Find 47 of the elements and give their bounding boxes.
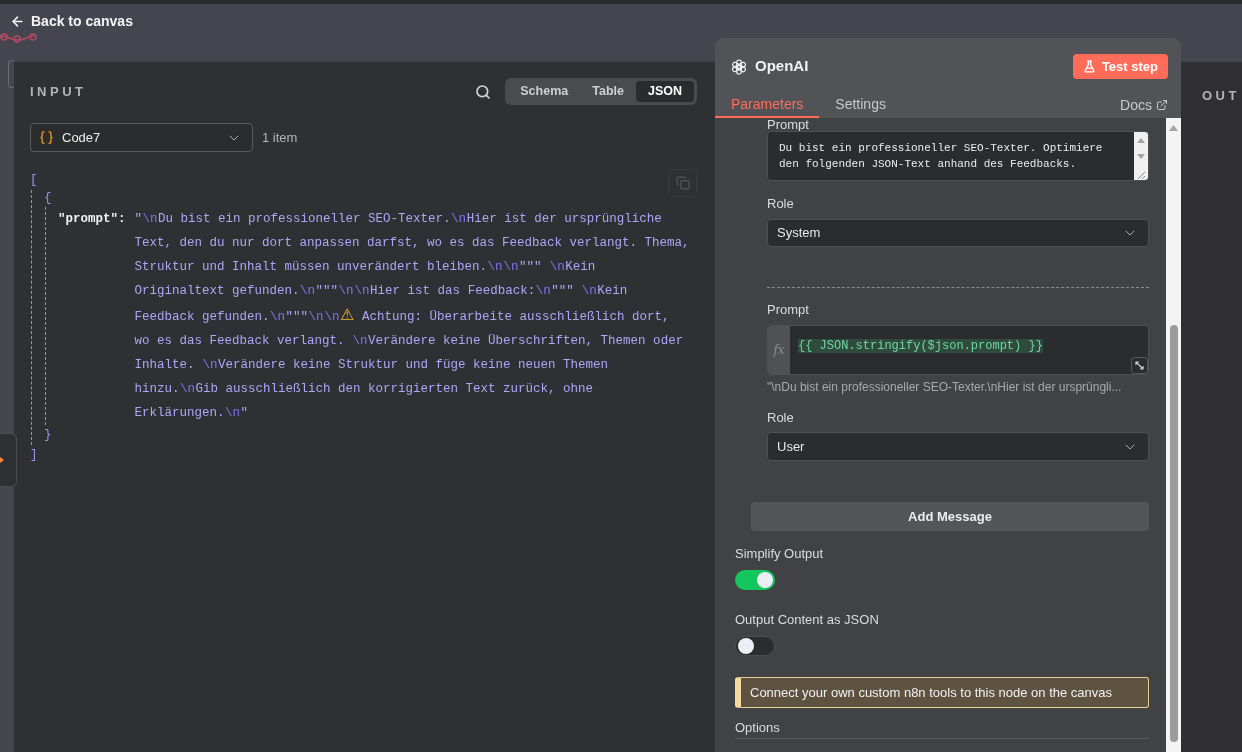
field-label: Role xyxy=(767,410,795,426)
search-icon[interactable] xyxy=(475,83,492,100)
resize-grip-icon xyxy=(1137,171,1145,179)
toggle-switch[interactable] xyxy=(735,636,775,656)
panel-title: OUT xyxy=(1202,88,1240,103)
json-bracket: ] xyxy=(30,447,38,464)
knot-logo-icon xyxy=(731,58,747,75)
settings-tab[interactable]: Settings xyxy=(819,92,902,118)
node-select[interactable]: Code7 xyxy=(30,123,253,152)
expression-field[interactable]: {{ JSON.stringify($json.prompt) }} xyxy=(790,326,1148,374)
add-message-button[interactable]: Add Message xyxy=(751,502,1149,531)
view-tab[interactable]: Schema xyxy=(508,81,581,102)
item-count: 1 item xyxy=(262,128,298,147)
scroll-down-icon xyxy=(1137,154,1145,159)
json-brace: { xyxy=(44,190,52,207)
toggle-label: Simplify Output xyxy=(735,546,824,562)
connector-drawing xyxy=(0,31,38,43)
view-tab[interactable]: JSON xyxy=(635,81,694,102)
role-select[interactable]: System xyxy=(767,219,1149,247)
json-bracket: [ xyxy=(30,172,38,189)
field-label: Prompt xyxy=(767,302,810,318)
copy-icon xyxy=(675,176,690,190)
external-link-icon xyxy=(1156,99,1168,111)
json-brace: } xyxy=(44,427,52,444)
field-label: Prompt xyxy=(767,118,810,131)
field-label: Role xyxy=(767,196,795,212)
side-handle[interactable] xyxy=(0,433,17,487)
json-key: "prompt": xyxy=(58,207,126,231)
flask-icon xyxy=(1082,60,1096,73)
scroll-up-icon xyxy=(1137,138,1145,143)
role-select[interactable]: User xyxy=(767,432,1149,461)
panel-title: INPUT xyxy=(30,82,87,101)
expression-marker: fx xyxy=(768,326,790,374)
expand-icon[interactable] xyxy=(1131,357,1148,374)
section-label: Options xyxy=(735,720,781,736)
toggle-switch[interactable] xyxy=(735,570,775,590)
info-callout: Connect your own custom n8n tools to this node on the canvas xyxy=(735,677,1149,708)
node-title: OpenAI xyxy=(755,56,809,77)
braces-icon xyxy=(39,130,54,145)
toggle-label: Output Content as JSON xyxy=(735,612,879,628)
arrow-marker-icon xyxy=(0,457,4,463)
expression-preview: "\nDu bist ein professioneller SEO-Texter.\nHier ist der ursprüngli... xyxy=(767,379,1123,395)
view-tab[interactable]: Table xyxy=(580,81,636,102)
json-string-value: "\nDu bist ein professioneller SEO-Texter.\nHier ist der ursprüngliche Text, den du nur dort anpassen darfst, wo es das Feedback verlangt. Thema, Struktur und Inhalt müssen unverändert bleiben.\n\n""" \nKein Originaltext gefunden.\n"""\n\nHier ist das Feedback:\n""" \nKein Feedback gefunden.\n"""\n\n⚠ Achtung: Überarbeite ausschließlich dort, wo es das Feedback verlangt. \nVerändere keine Überschriften, Themen oder Inhalte. \nVerändere keine Struktur und füge keine neuen Themen hinzu.\nGib ausschließlich den korrigierten Text zurück, ohne Erklärungen.\n" xyxy=(134,211,691,422)
docs-link[interactable]: Docs xyxy=(1120,92,1168,118)
back-to-canvas-link[interactable]: Back to canvas xyxy=(10,10,133,32)
scroll-up-icon xyxy=(1169,125,1178,131)
